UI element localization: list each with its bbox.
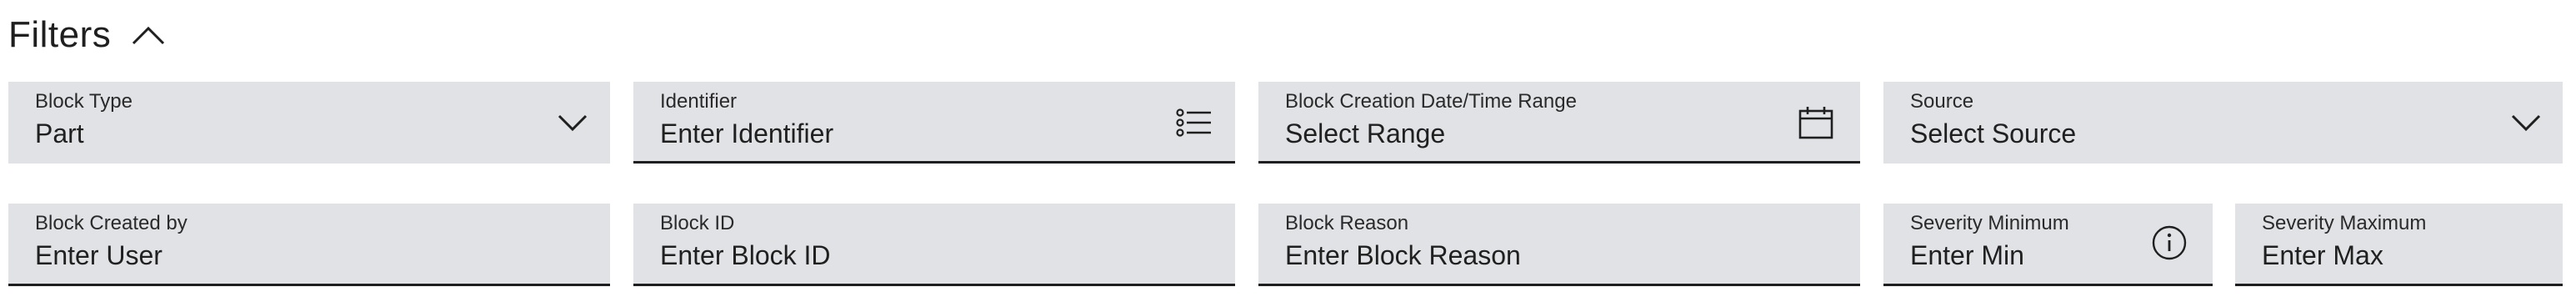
info-icon[interactable] xyxy=(2150,224,2188,262)
created-by-input[interactable]: Enter User xyxy=(35,240,163,271)
severity-max-field[interactable]: Severity Maximum Enter Max xyxy=(2235,204,2563,286)
identifier-label: Identifier xyxy=(660,90,738,113)
source-value: Select Source xyxy=(1910,118,2077,148)
creation-range-field[interactable]: Block Creation Date/Time Range Select Ra… xyxy=(1258,82,1860,164)
filters-header: Filters xyxy=(8,8,168,62)
block-reason-input[interactable]: Enter Block Reason xyxy=(1285,240,1521,271)
severity-min-field[interactable]: Severity Minimum Enter Min xyxy=(1883,204,2213,286)
block-id-field[interactable]: Block ID Enter Block ID xyxy=(633,204,1235,286)
list-icon[interactable] xyxy=(1175,103,1213,142)
severity-min-input[interactable]: Enter Min xyxy=(1910,240,2024,271)
block-reason-field[interactable]: Block Reason Enter Block Reason xyxy=(1258,204,1860,286)
block-id-label: Block ID xyxy=(660,212,735,234)
calendar-icon[interactable] xyxy=(1797,103,1835,142)
identifier-field[interactable]: Identifier Enter Identifier xyxy=(633,82,1235,164)
chevron-down-icon xyxy=(2507,103,2545,142)
severity-max-label: Severity Maximum xyxy=(2262,212,2427,234)
created-by-field[interactable]: Block Created by Enter User xyxy=(8,204,610,286)
source-select[interactable]: Source Select Source xyxy=(1883,82,2563,164)
chevron-up-icon xyxy=(133,26,165,45)
collapse-filters-button[interactable] xyxy=(129,16,168,54)
severity-max-input[interactable]: Enter Max xyxy=(2262,240,2383,271)
block-type-label: Block Type xyxy=(35,90,133,113)
filters-title: Filters xyxy=(8,14,112,55)
block-id-input[interactable]: Enter Block ID xyxy=(660,240,831,271)
creation-range-input[interactable]: Select Range xyxy=(1285,118,1445,149)
chevron-down-icon xyxy=(553,103,592,142)
block-type-select[interactable]: Block Type Part xyxy=(8,82,610,164)
source-label: Source xyxy=(1910,90,1974,113)
block-reason-label: Block Reason xyxy=(1285,212,1409,234)
identifier-input[interactable]: Enter Identifier xyxy=(660,118,833,149)
created-by-label: Block Created by xyxy=(35,212,188,234)
severity-min-label: Severity Minimum xyxy=(1910,212,2069,234)
creation-range-label: Block Creation Date/Time Range xyxy=(1285,90,1577,113)
block-type-value: Part xyxy=(35,118,84,148)
